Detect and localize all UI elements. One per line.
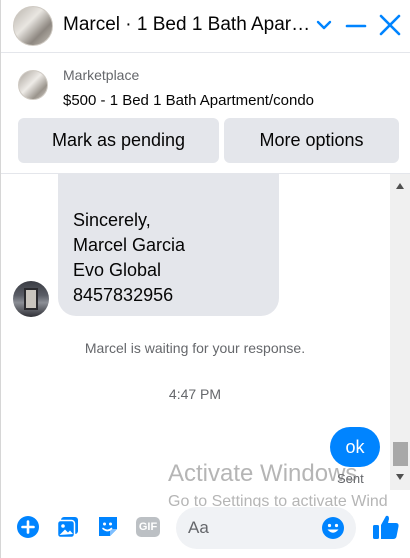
marketplace-label: Marketplace	[63, 67, 140, 83]
scroll-up-icon[interactable]	[396, 183, 404, 189]
scroll-thumb[interactable]	[393, 442, 408, 466]
message-line: 8457832956	[73, 285, 174, 305]
gif-icon[interactable]: GIF	[135, 514, 161, 540]
incoming-message-bubble[interactable]: Sincerely, Marcel Garcia Evo Global 8457…	[58, 174, 279, 316]
more-options-button[interactable]: More options	[224, 118, 399, 163]
scroll-down-icon[interactable]	[396, 474, 404, 480]
sender-avatar[interactable]	[13, 281, 49, 317]
gif-label: GIF	[135, 517, 161, 537]
photo-icon[interactable]	[55, 514, 81, 540]
mark-as-pending-button[interactable]: Mark as pending	[18, 118, 219, 163]
message-scrollbar[interactable]	[390, 174, 410, 490]
message-timestamp: 4:47 PM	[168, 386, 222, 402]
listing-thumbnail[interactable]	[18, 70, 48, 100]
listing-title[interactable]: $500 - 1 Bed 1 Bath Apartment/condo	[63, 92, 314, 109]
activation-watermark-title: Activate Windows	[168, 460, 358, 487]
emoji-icon[interactable]	[321, 516, 345, 540]
waiting-notice: Marcel is waiting for your response.	[84, 340, 306, 356]
message-list: Sincerely, Marcel Garcia Evo Global 8457…	[1, 174, 389, 504]
minimize-icon[interactable]	[344, 14, 368, 38]
message-line: Evo Global	[73, 260, 162, 280]
message-input-container[interactable]	[176, 507, 356, 549]
close-icon[interactable]	[377, 12, 403, 38]
sticker-icon[interactable]	[95, 514, 121, 540]
marketplace-card: Marketplace $500 - 1 Bed 1 Bath Apartmen…	[1, 53, 410, 173]
chat-window: Marcel · 1 Bed 1 Bath Apart… Marketplace…	[0, 0, 410, 558]
chevron-down-icon[interactable]	[315, 16, 333, 34]
message-line: Sincerely,	[73, 210, 151, 230]
avatar[interactable]	[13, 6, 53, 46]
conversation-title[interactable]: Marcel · 1 Bed 1 Bath Apart…	[63, 14, 313, 36]
message-input[interactable]	[188, 515, 318, 541]
message-composer: GIF	[1, 504, 410, 558]
message-line: Marcel Garcia	[73, 235, 186, 255]
plus-circle-icon[interactable]	[15, 514, 41, 540]
thumbs-up-icon[interactable]	[371, 512, 401, 542]
chat-header: Marcel · 1 Bed 1 Bath Apart…	[1, 0, 410, 52]
